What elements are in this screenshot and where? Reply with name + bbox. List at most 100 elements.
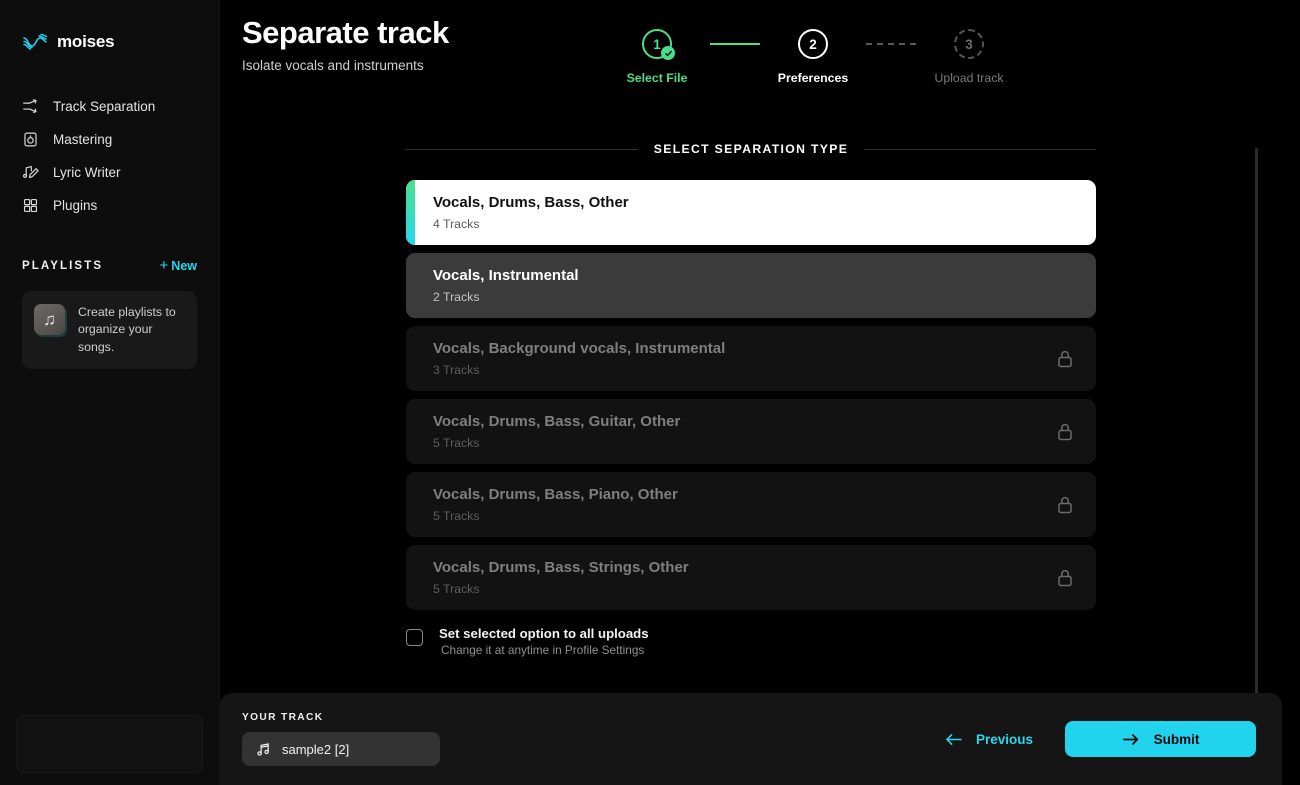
separation-option-vocals-drums-bass-piano-other[interactable]: Vocals, Drums, Bass, Piano, Other 5 Trac… [406,472,1096,537]
brand-logo[interactable]: moises [0,0,219,52]
sidebar-item-lyric-writer[interactable]: Lyric Writer [0,156,219,189]
step-2-circle: 2 [798,29,828,59]
track-chip[interactable]: sample2 [2] [242,732,440,766]
step-1-circle: 1 [642,29,675,60]
sidebar-nav: Track Separation Mastering Lyric Writer [0,90,219,222]
divider-right [864,148,1097,150]
separation-option-vocals-drums-bass-other[interactable]: Vocals, Drums, Bass, Other 4 Tracks [406,180,1096,245]
separation-type-list: Vocals, Drums, Bass, Other 4 Tracks Voca… [406,180,1096,610]
page-title: Separate track [242,15,449,50]
option-track-count: 2 Tracks [433,289,480,304]
playlists-empty-text: Create playlists to organize your songs. [78,305,176,354]
divider-left [406,148,638,150]
page-title-block: Separate track Isolate vocals and instru… [242,14,582,73]
playlists-header: PLAYLISTS + New [0,258,219,273]
sidebar-item-label: Lyric Writer [53,165,121,180]
step-preferences[interactable]: 2 Preferences [760,29,866,85]
stepper-connector-2 [866,29,916,59]
step-3-number: 3 [965,36,973,52]
new-playlist-button[interactable]: + New [160,258,197,273]
step-1-label: Select File [626,71,688,85]
lock-icon [1058,496,1072,513]
step-upload-track: 3 Upload track [916,29,1022,85]
music-note-icon: ♫ [34,304,65,335]
step-1-number: 1 [653,36,661,52]
option-body: Vocals, Drums, Bass, Other 4 Tracks [433,194,1074,231]
playlists-title: PLAYLISTS [22,259,104,272]
sidebar-item-plugins[interactable]: Plugins [0,189,219,222]
sidebar-item-label: Plugins [53,198,98,213]
page-topbar: Separate track Isolate vocals and instru… [220,0,1300,85]
stepper-connector-1 [710,29,760,59]
footer-actions: Previous Submit [938,721,1260,757]
section-title: SELECT SEPARATION TYPE [653,142,849,156]
wizard-stepper: 1 Select File 2 Preferences 3 Upload tra… [604,29,1022,85]
main-content: Separate track Isolate vocals and instru… [220,0,1300,785]
option-body: Vocals, Drums, Bass, Strings, Other 5 Tr… [433,559,1056,596]
footer-bar: YOUR TRACK sample2 [2] Previous Submit [220,693,1282,785]
previous-label: Previous [975,731,1033,747]
wave-logo-icon [23,33,48,50]
sidebar: moises Track Separation Mastering Lyric … [0,0,220,785]
selected-accent-bar [406,180,415,245]
submit-label: Submit [1153,731,1200,747]
option-name: Vocals, Drums, Bass, Strings, Other [433,559,689,577]
separation-option-vocals-drums-bass-guitar-other[interactable]: Vocals, Drums, Bass, Guitar, Other 5 Tra… [406,399,1096,464]
music-note-icon [257,742,269,756]
option-name: Vocals, Drums, Bass, Other [433,194,629,212]
option-name: Vocals, Drums, Bass, Guitar, Other [433,413,681,431]
option-name: Vocals, Drums, Bass, Piano, Other [433,486,678,504]
set-all-uploads-row: Set selected option to all uploads Chang… [406,626,1096,657]
separation-option-vocals-drums-bass-strings-other[interactable]: Vocals, Drums, Bass, Strings, Other 5 Tr… [406,545,1096,610]
set-all-uploads-label: Set selected option to all uploads [439,626,649,641]
new-playlist-label: New [171,258,197,273]
your-track-block: YOUR TRACK sample2 [2] [242,712,440,766]
lock-icon [1058,569,1072,586]
option-track-count: 5 Tracks [433,508,480,523]
option-track-count: 5 Tracks [433,581,480,596]
sidebar-item-label: Mastering [53,132,113,147]
arrow-right-icon [1122,733,1138,745]
lock-icon [1058,423,1072,440]
separation-option-vocals-background-instrumental[interactable]: Vocals, Background vocals, Instrumental … [406,326,1096,391]
option-body: Vocals, Drums, Bass, Guitar, Other 5 Tra… [433,413,1056,450]
step-3-label: Upload track [934,71,1004,85]
step-2-label: Preferences [777,71,849,85]
lyric-writer-icon [23,165,39,179]
mastering-icon [24,132,37,147]
plugins-grid-icon [23,198,38,213]
option-body: Vocals, Instrumental 2 Tracks [433,267,1074,304]
separation-option-vocals-instrumental[interactable]: Vocals, Instrumental 2 Tracks [406,253,1096,318]
track-name: sample2 [2] [282,741,350,757]
option-name: Vocals, Instrumental [433,267,579,285]
section-header: SELECT SEPARATION TYPE [406,85,1097,156]
set-all-uploads-hint: Change it at anytime in Profile Settings [441,643,645,657]
arrow-left-icon [946,733,962,745]
step-3-circle: 3 [954,29,984,59]
page-subtitle: Isolate vocals and instruments [242,58,424,74]
option-track-count: 5 Tracks [433,435,480,450]
set-all-uploads-text: Set selected option to all uploads Chang… [439,626,649,657]
option-track-count: 3 Tracks [433,362,480,377]
option-track-count: 4 Tracks [433,216,480,231]
step-select-file[interactable]: 1 Select File [604,29,710,85]
submit-button[interactable]: Submit [1065,721,1256,757]
sidebar-bottom-placeholder [16,715,203,773]
vertical-scrollbar[interactable] [1255,148,1258,696]
set-all-uploads-checkbox[interactable] [406,629,423,646]
your-track-label: YOUR TRACK [242,712,324,723]
plus-icon: + [159,257,169,274]
option-body: Vocals, Drums, Bass, Piano, Other 5 Trac… [433,486,1056,523]
check-icon [661,46,675,60]
app-root: moises Track Separation Mastering Lyric … [0,0,1300,785]
brand-name: moises [57,32,115,51]
track-separation-icon [23,99,37,113]
sidebar-item-mastering[interactable]: Mastering [0,123,219,156]
option-name: Vocals, Background vocals, Instrumental [433,340,726,358]
sidebar-item-track-separation[interactable]: Track Separation [0,90,219,123]
playlists-empty-card[interactable]: ♫ Create playlists to organize your song… [22,291,197,370]
option-body: Vocals, Background vocals, Instrumental … [433,340,1056,377]
lock-icon [1058,350,1072,367]
step-2-number: 2 [809,36,817,52]
previous-button[interactable]: Previous [938,724,1039,755]
